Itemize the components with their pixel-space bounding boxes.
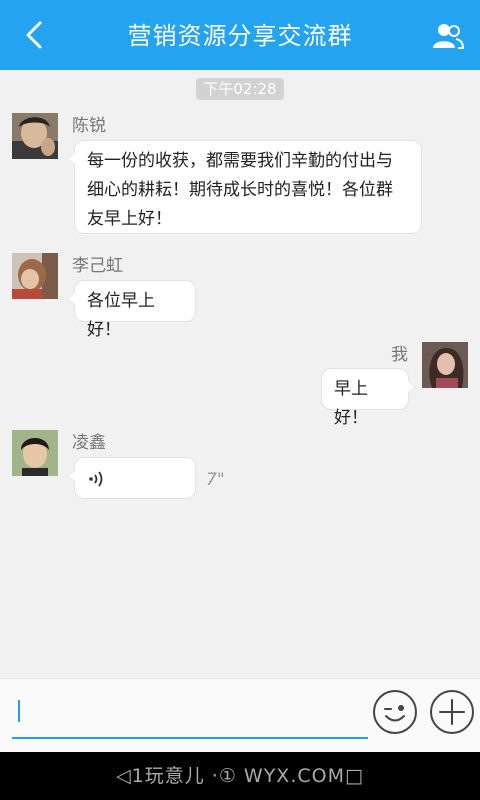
avatar[interactable] [12, 113, 58, 159]
group-members-icon[interactable] [432, 22, 464, 50]
message-bubble[interactable]: 每一份的收获，都需要我们辛勤的付出与细心的耕耘！期待成长时的喜悦！各位群友早上好… [67, 140, 422, 234]
emoji-button[interactable] [373, 690, 417, 734]
sender-name: 我 [391, 345, 408, 365]
avatar[interactable] [12, 430, 58, 476]
voice-duration: 7" [206, 470, 225, 490]
sender-name: 陈锐 [72, 116, 106, 136]
text-cursor [18, 700, 20, 722]
emoji-icon [384, 705, 405, 722]
avatar[interactable] [422, 342, 468, 388]
page-title: 营销资源分享交流群 [127, 22, 353, 50]
time-separator: 下午02:28 [196, 78, 284, 100]
sender-name: 凌鑫 [72, 433, 106, 453]
voice-message-bubble[interactable] [67, 457, 196, 499]
avatar[interactable] [12, 253, 58, 299]
message-bubble[interactable]: 各位早上好！ [67, 280, 196, 340]
message-input[interactable] [12, 695, 368, 739]
watermark: ◁1玩意儿 ·① WYX.COM□ [116, 765, 364, 787]
message-bubble[interactable]: 早上好！ [321, 368, 416, 428]
sender-name: 李己虹 [72, 256, 123, 276]
plus-icon [439, 699, 465, 725]
voice-icon [89, 471, 103, 487]
add-more-button[interactable] [430, 690, 474, 734]
